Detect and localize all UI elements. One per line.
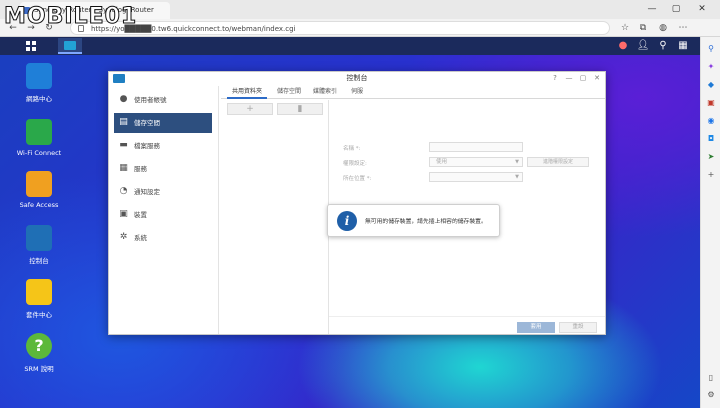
location-select[interactable]: ▼: [429, 172, 523, 182]
name-input[interactable]: [429, 142, 523, 152]
desktop-icon-label: Safe Access: [19, 201, 59, 209]
taskbar-control-panel[interactable]: [58, 38, 82, 54]
reset-button[interactable]: 重設: [559, 322, 597, 333]
info-toast: i 無可用的儲存裝置，請先插上相容的儲存裝置。: [327, 204, 500, 237]
maximize-icon[interactable]: ▢: [577, 72, 589, 85]
file-service-icon: ▬: [119, 140, 128, 150]
tools-icon[interactable]: ▣: [705, 97, 717, 109]
desktop-icon-control-panel[interactable]: 控制台: [16, 225, 62, 265]
device-icon: ▣: [119, 209, 128, 219]
url-field[interactable]: https://yo█████0.tw6.quickconnect.to/web…: [70, 21, 610, 35]
notification-icon: ◔: [119, 186, 128, 196]
sidebar-item-storage[interactable]: ▤ 儲存空間: [114, 113, 212, 133]
minimize-icon[interactable]: —: [642, 0, 662, 19]
sidebar-toggle-icon[interactable]: ▯: [705, 372, 717, 384]
sidebar-item-device[interactable]: ▣ 裝置: [114, 205, 212, 225]
minimize-icon[interactable]: —: [563, 72, 575, 85]
sidebar-item-system[interactable]: ✲ 系統: [114, 228, 212, 248]
divider: [329, 316, 605, 317]
shopping-icon[interactable]: ◆: [705, 79, 717, 91]
sidebar-item-user[interactable]: ● 使用者帳號: [114, 90, 212, 110]
widgets-icon[interactable]: ▦: [676, 39, 690, 53]
collections-icon[interactable]: ⧉: [636, 22, 650, 34]
notification-icon[interactable]: ●: [616, 39, 630, 53]
add-icon[interactable]: +: [705, 169, 717, 181]
favorite-icon[interactable]: ☆: [618, 22, 632, 34]
chevron-down-icon: ▼: [515, 159, 519, 165]
safe-access-icon: [26, 171, 52, 197]
tab-media-index[interactable]: 媒體索引: [309, 86, 341, 99]
tab-server[interactable]: 伺服: [345, 86, 369, 99]
tab-shared-folder[interactable]: 共用資料夾: [227, 86, 267, 99]
control-panel-window: 控制台 ? — ▢ ✕ ● 使用者帳號 ▤ 儲存空間 ▬ 檔案服務 ▦ 服務 ◔ 通知設定…: [108, 71, 606, 335]
profile-icon[interactable]: ◍: [656, 22, 670, 34]
desktop-icon-label: SRM 說明: [24, 365, 54, 373]
user-icon: ●: [119, 94, 128, 104]
desktop-icon-label: 網路中心: [26, 95, 52, 103]
add-button[interactable]: +: [227, 103, 273, 115]
advanced-permission-button[interactable]: 進階權限設定: [527, 157, 589, 167]
control-panel-icon: [26, 225, 52, 251]
search-icon[interactable]: ⚲: [656, 39, 670, 53]
main-menu-icon[interactable]: [26, 41, 36, 51]
delete-icon[interactable]: ▮: [277, 103, 323, 115]
sidebar-item-services[interactable]: ▦ 服務: [114, 159, 212, 179]
storage-icon: ▤: [119, 117, 128, 127]
search-icon[interactable]: ⚲: [705, 43, 717, 55]
desktop-icon-safe-access[interactable]: Safe Access: [16, 171, 62, 209]
desktop-icon-network-center[interactable]: 網路中心: [16, 63, 62, 103]
name-label: 名稱 *:: [343, 146, 361, 152]
office-icon[interactable]: ◉: [705, 115, 717, 127]
apply-button[interactable]: 套用: [517, 322, 555, 333]
desktop-icon-label: Wi-Fi Connect: [16, 149, 62, 157]
desktop-icon-label: 套件中心: [26, 311, 52, 319]
tab-strip: 共用資料夾 儲存空間 媒體索引 伺服: [221, 86, 605, 99]
help-icon[interactable]: ?: [549, 72, 561, 85]
user-icon[interactable]: 👤︎: [636, 39, 650, 53]
control-panel-icon: [64, 41, 76, 50]
system-icon: ✲: [119, 232, 128, 242]
desktop-icon-wifi-connect[interactable]: Wi-Fi Connect: [16, 119, 62, 157]
tab-storage[interactable]: 儲存空間: [273, 86, 305, 99]
info-icon: i: [337, 211, 357, 231]
drop-icon[interactable]: ➤: [705, 151, 717, 163]
sidebar-item-notification[interactable]: ◔ 通知設定: [114, 182, 212, 202]
package-center-icon: [26, 279, 52, 305]
desktop-icon-package-center[interactable]: 套件中心: [16, 279, 62, 319]
close-icon[interactable]: ✕: [591, 72, 603, 85]
copilot-icon[interactable]: ✦: [705, 61, 717, 73]
toast-message: 無可用的儲存裝置，請先插上相容的儲存裝置。: [365, 219, 487, 225]
permission-select[interactable]: 使用 ▼: [429, 157, 523, 167]
window-title: 控制台: [346, 74, 368, 82]
help-icon: ?: [26, 333, 52, 359]
permission-label: 權限設定:: [343, 161, 367, 167]
outlook-icon[interactable]: ◘: [705, 133, 717, 145]
desktop-icon-label: 控制台: [29, 257, 49, 265]
extensions-icon[interactable]: ⋯: [676, 22, 690, 34]
gear-icon[interactable]: ⚙: [705, 389, 717, 401]
location-label: 所在位置 *:: [343, 176, 372, 182]
wifi-icon: [26, 119, 52, 145]
taskbar: ● 👤︎ ⚲ ▦: [0, 37, 700, 55]
browser-side-bar: ⚲ ✦ ◆ ▣ ◉ ◘ ➤ + ▯ ⚙: [700, 37, 720, 408]
chevron-down-icon: ▼: [515, 174, 519, 180]
services-icon: ▦: [119, 163, 128, 173]
desktop-icon-srm-help[interactable]: ? SRM 說明: [16, 333, 62, 373]
sidebar-item-file-service[interactable]: ▬ 檔案服務: [114, 136, 212, 156]
watermark-logo: MOBILE01: [4, 4, 138, 30]
sidebar: ● 使用者帳號 ▤ 儲存空間 ▬ 檔案服務 ▦ 服務 ◔ 通知設定 ▣ 裝置 ✲ 系統: [109, 86, 219, 334]
close-icon[interactable]: ✕: [692, 0, 712, 19]
network-center-icon: [26, 63, 52, 89]
maximize-icon[interactable]: ▢: [666, 0, 686, 19]
srm-desktop: ● 👤︎ ⚲ ▦ 網路中心 Wi-Fi Connect Safe Access …: [0, 37, 700, 408]
